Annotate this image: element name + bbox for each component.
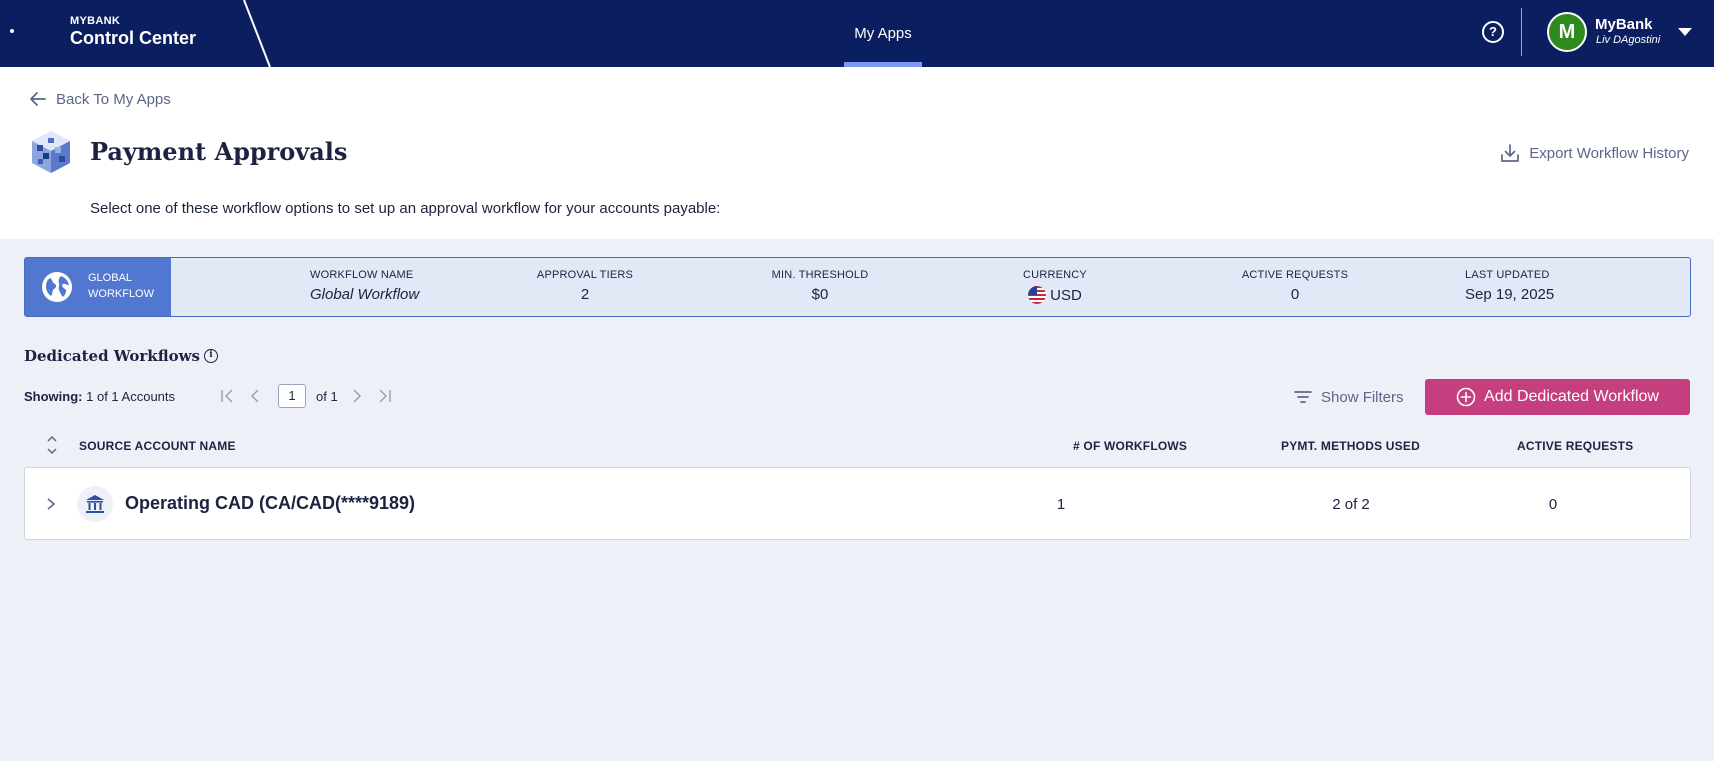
column-header-source-account[interactable]: SOURCE ACCOUNT NAME <box>79 439 236 453</box>
user-org-name[interactable]: MyBank <box>1595 16 1653 33</box>
cell-workflows-count: 1 <box>1056 496 1066 513</box>
bank-icon <box>77 486 113 522</box>
filter-icon <box>1294 391 1312 403</box>
cell-active-requests: 0 <box>1548 496 1558 513</box>
showing-count: Showing: 1 of 1 Accounts <box>24 389 175 404</box>
last-page-icon <box>379 389 391 403</box>
gw-currency-value: USD <box>1050 286 1082 304</box>
us-flag-icon <box>1028 286 1047 304</box>
last-page-button[interactable] <box>376 387 394 405</box>
global-badge-line2: WORKFLOW <box>88 288 154 300</box>
gw-active-requests-value: 0 <box>1290 286 1300 303</box>
global-workflow-badge: GLOBAL WORKFLOW <box>25 258 171 316</box>
source-account-name[interactable]: Operating CAD (CA/CAD(****9189) <box>125 493 415 514</box>
info-icon[interactable]: i <box>203 349 218 363</box>
help-icon[interactable]: ? <box>1482 21 1504 43</box>
sort-icon[interactable] <box>44 433 60 457</box>
prev-page-button[interactable] <box>246 387 264 405</box>
add-dedicated-workflow-label: Add Dedicated Workflow <box>1484 388 1659 405</box>
export-workflow-history-button[interactable]: Export Workflow History <box>1499 142 1689 164</box>
page-subtitle: Select one of these workflow options to … <box>90 200 721 217</box>
showing-label: Showing: <box>24 389 83 404</box>
payment-approvals-app-icon <box>32 131 70 173</box>
avatar[interactable]: M <box>1547 12 1587 52</box>
gw-workflow-name-label: WORKFLOW NAME <box>310 269 414 281</box>
first-page-icon <box>221 389 233 403</box>
user-display-name: Liv DAgostini <box>1596 34 1661 46</box>
back-to-my-apps-link[interactable]: Back To My Apps <box>28 89 171 109</box>
gw-currency-label: CURRENCY <box>1023 269 1087 281</box>
gw-min-threshold-label: MIN. THRESHOLD <box>771 269 869 281</box>
show-filters-label: Show Filters <box>1321 388 1404 406</box>
top-navigation-bar: MYBANK Control Center My Apps ? M MyBank… <box>0 0 1714 67</box>
bank-building-icon <box>86 495 104 513</box>
plus-circle-icon <box>1456 387 1476 407</box>
show-filters-button[interactable]: Show Filters <box>1293 387 1404 407</box>
page-title: Payment Approvals <box>90 137 348 166</box>
cell-pymt-methods: 2 of 2 <box>1332 496 1370 513</box>
gw-active-requests-label: ACTIVE REQUESTS <box>1241 269 1349 281</box>
pagination: 1 of 1 <box>218 384 394 408</box>
gw-currency: CURRENCY USD <box>1010 269 1100 304</box>
column-header-workflows[interactable]: # OF WORKFLOWS <box>1073 439 1187 453</box>
nav-tab-my-apps-label: My Apps <box>854 25 912 42</box>
topbar-divider <box>1521 8 1522 56</box>
export-button-label: Export Workflow History <box>1529 144 1689 162</box>
global-workflow-card[interactable]: GLOBAL WORKFLOW WORKFLOW NAME Global Wor… <box>24 257 1691 317</box>
gw-currency-value-row: USD <box>1010 286 1100 304</box>
first-page-button[interactable] <box>218 387 236 405</box>
showing-value: 1 of 1 Accounts <box>86 389 176 404</box>
user-menu-caret-icon[interactable] <box>1678 28 1692 36</box>
chevron-right-icon[interactable] <box>43 496 59 512</box>
global-badge-line1: GLOBAL <box>88 272 133 284</box>
gw-min-threshold: MIN. THRESHOLD $0 <box>765 269 875 303</box>
chevron-left-icon <box>250 389 259 403</box>
nav-tab-my-apps[interactable]: My Apps <box>844 0 922 67</box>
gw-last-updated-value: Sep 19, 2025 <box>1465 286 1555 303</box>
gw-approval-tiers: APPROVAL TIERS 2 <box>530 269 640 303</box>
column-header-active-requests[interactable]: ACTIVE REQUESTS <box>1517 439 1633 453</box>
column-header-pymt-methods[interactable]: PYMT. METHODS USED <box>1281 439 1420 453</box>
brand-small-label: MYBANK <box>70 15 121 27</box>
brand-divider-slash <box>243 0 271 67</box>
dedicated-workflows-heading: Dedicated Workflows i <box>24 347 218 365</box>
next-page-button[interactable] <box>348 387 366 405</box>
chevron-right-icon <box>353 389 361 403</box>
menu-dot-icon[interactable] <box>10 29 14 33</box>
dedicated-workflows-title: Dedicated Workflows <box>24 347 200 365</box>
gw-approval-tiers-label: APPROVAL TIERS <box>536 269 634 281</box>
page-number-input[interactable]: 1 <box>278 384 306 408</box>
add-dedicated-workflow-button[interactable]: Add Dedicated Workflow <box>1425 379 1690 415</box>
page-header: Back To My Apps Payment Approvals Export… <box>0 67 1714 239</box>
page-of-label: of 1 <box>316 388 338 404</box>
gw-workflow-name: WORKFLOW NAME Global Workflow <box>310 269 419 303</box>
gw-last-updated-label: LAST UPDATED <box>1465 269 1550 281</box>
gw-active-requests: ACTIVE REQUESTS 0 <box>1225 269 1365 303</box>
arrow-left-icon <box>30 92 46 106</box>
gw-min-threshold-value: $0 <box>811 286 829 303</box>
table-row[interactable]: Operating CAD (CA/CAD(****9189) 1 2 of 2… <box>24 467 1691 540</box>
gw-last-updated: LAST UPDATED Sep 19, 2025 <box>1465 269 1554 303</box>
gw-workflow-name-value: Global Workflow <box>310 286 420 303</box>
download-icon <box>1501 144 1520 162</box>
back-link-label: Back To My Apps <box>56 90 171 108</box>
gw-approval-tiers-value: 2 <box>580 286 590 303</box>
brand-title[interactable]: Control Center <box>70 28 196 49</box>
globe-icon <box>42 272 72 302</box>
